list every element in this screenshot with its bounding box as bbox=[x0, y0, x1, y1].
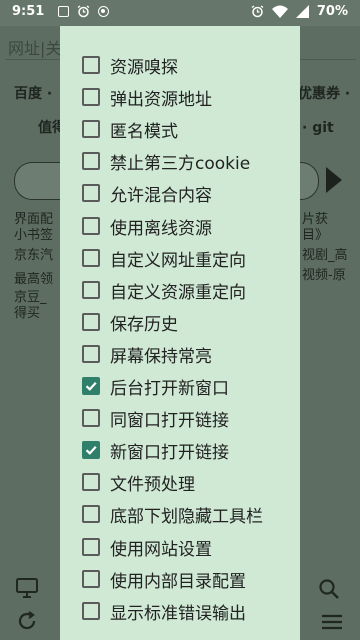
bg-link[interactable]: 片获 bbox=[302, 212, 328, 228]
menu-item[interactable]: 后台打开新窗口 bbox=[60, 370, 300, 402]
checkbox-unchecked[interactable] bbox=[82, 345, 100, 363]
bg-link[interactable]: 京东汽 bbox=[14, 248, 53, 264]
search-icon[interactable] bbox=[318, 578, 340, 600]
menu-item-label: 使用离线资源 bbox=[110, 218, 212, 239]
status-bar: 9:51 70% bbox=[0, 0, 360, 26]
menu-item[interactable]: 匿名模式 bbox=[60, 113, 300, 145]
menu-item[interactable]: 允许混合内容 bbox=[60, 177, 300, 209]
bg-link[interactable]: 小书签 bbox=[14, 228, 53, 244]
checkbox-unchecked[interactable] bbox=[82, 602, 100, 620]
menu-item[interactable]: 显示标准错误输出 bbox=[60, 595, 300, 627]
desktop-icon[interactable] bbox=[16, 578, 38, 598]
bg-link[interactable]: 目》 bbox=[302, 228, 328, 244]
menu-item[interactable]: 屏幕保持常亮 bbox=[60, 338, 300, 370]
quicklink-row1-left[interactable]: 百度 · bbox=[14, 86, 52, 102]
quicklink-row1-right[interactable]: 优惠券 · bbox=[298, 86, 350, 102]
menu-item-label: 禁止第三方cookie bbox=[110, 153, 251, 174]
bg-link[interactable]: 最高领 bbox=[14, 272, 53, 288]
settings-menu: 资源嗅探弹出资源地址 匿名模式禁止第三方cookie 允许混合内容 使用离线资源自定义… bbox=[60, 26, 300, 640]
menu-item-label: 保存历史 bbox=[110, 314, 178, 335]
menu-item-label: 新窗口打开链接 bbox=[110, 442, 229, 463]
menu-item-label: 使用内部目录配置 bbox=[110, 571, 246, 592]
bg-link[interactable]: 视频-原 bbox=[302, 268, 346, 284]
menu-item[interactable]: 自定义资源重定向 bbox=[60, 274, 300, 306]
menu-icon[interactable] bbox=[322, 614, 342, 630]
checkbox-unchecked[interactable] bbox=[82, 120, 100, 138]
menu-item-label: 同窗口打开链接 bbox=[110, 410, 229, 431]
status-time: 9:51 bbox=[12, 4, 45, 19]
alarm-icon bbox=[251, 5, 264, 18]
check-icon bbox=[85, 382, 97, 391]
menu-item[interactable]: 底部下划隐藏工具栏 bbox=[60, 498, 300, 530]
quicklink-row2-right[interactable]: · git bbox=[302, 120, 334, 136]
menu-item[interactable]: 文件预处理 bbox=[60, 466, 300, 498]
checkbox-unchecked[interactable] bbox=[82, 570, 100, 588]
search-pill-left[interactable] bbox=[14, 162, 65, 200]
checkbox-unchecked[interactable] bbox=[82, 249, 100, 267]
signal-icon bbox=[295, 5, 309, 18]
checkbox-unchecked[interactable] bbox=[82, 88, 100, 106]
bg-link[interactable]: 京豆_ bbox=[14, 290, 47, 306]
menu-item-label: 资源嗅探 bbox=[110, 57, 178, 78]
checkbox-unchecked[interactable] bbox=[82, 313, 100, 331]
menu-item-label: 屏幕保持常亮 bbox=[110, 346, 212, 367]
menu-item[interactable]: 自定义网址重定向 bbox=[60, 242, 300, 274]
menu-item-label: 允许混合内容 bbox=[110, 185, 212, 206]
checkbox-unchecked[interactable] bbox=[82, 217, 100, 235]
alarm-icon bbox=[77, 5, 90, 18]
menu-item[interactable]: 新窗口打开链接 bbox=[60, 434, 300, 466]
menu-item[interactable]: 禁止第三方cookie bbox=[60, 145, 300, 177]
menu-item[interactable]: 使用离线资源 bbox=[60, 210, 300, 242]
checkbox-unchecked[interactable] bbox=[82, 409, 100, 427]
bg-link[interactable]: 视剧_高 bbox=[302, 248, 348, 264]
menu-item-label: 显示标准错误输出 bbox=[110, 603, 246, 624]
menu-item[interactable]: 使用网站设置 bbox=[60, 531, 300, 563]
checkbox-unchecked[interactable] bbox=[82, 505, 100, 523]
menu-item-label: 底部下划隐藏工具栏 bbox=[110, 506, 263, 527]
menu-item-label: 自定义网址重定向 bbox=[110, 250, 246, 271]
menu-item-label: 后台打开新窗口 bbox=[110, 378, 229, 399]
menu-item-label: 使用网站设置 bbox=[110, 539, 212, 560]
checkbox-unchecked[interactable] bbox=[82, 473, 100, 491]
checkbox-unchecked[interactable] bbox=[82, 56, 100, 74]
menu-item[interactable]: 同窗口打开链接 bbox=[60, 402, 300, 434]
battery-level: 70% bbox=[316, 4, 348, 19]
menu-item[interactable]: 使用内部目录配置 bbox=[60, 563, 300, 595]
play-icon[interactable] bbox=[326, 167, 342, 193]
checkbox-unchecked[interactable] bbox=[82, 281, 100, 299]
refresh-icon[interactable] bbox=[16, 610, 38, 632]
check-icon bbox=[85, 446, 97, 455]
checkbox-unchecked[interactable] bbox=[82, 184, 100, 202]
checkbox-unchecked[interactable] bbox=[82, 538, 100, 556]
menu-item-label: 匿名模式 bbox=[110, 121, 178, 142]
menu-item-label: 弹出资源地址 bbox=[110, 89, 212, 110]
checkbox-unchecked[interactable] bbox=[82, 152, 100, 170]
bg-link[interactable]: 得买 bbox=[14, 306, 40, 322]
bg-link[interactable]: 界面配 bbox=[14, 212, 53, 228]
search-pill-right[interactable] bbox=[300, 162, 319, 200]
record-icon bbox=[98, 6, 109, 17]
menu-item[interactable]: 弹出资源地址 bbox=[60, 81, 300, 113]
notification-icon bbox=[58, 6, 69, 17]
menu-item-label: 文件预处理 bbox=[110, 474, 195, 495]
menu-item[interactable]: 资源嗅探 bbox=[60, 49, 300, 81]
checkbox-checked[interactable] bbox=[82, 377, 100, 395]
menu-item[interactable]: 保存历史 bbox=[60, 306, 300, 338]
checkbox-checked[interactable] bbox=[82, 441, 100, 459]
menu-item-label: 自定义资源重定向 bbox=[110, 282, 246, 303]
wifi-icon bbox=[271, 5, 288, 18]
